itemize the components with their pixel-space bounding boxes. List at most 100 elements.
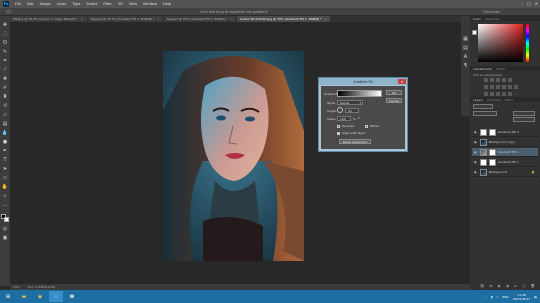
style-select[interactable]: Radial ▾ bbox=[337, 100, 363, 105]
align-checkbox[interactable] bbox=[337, 131, 340, 135]
dither-checkbox-row[interactable]: Dither bbox=[365, 124, 379, 128]
color-swatches[interactable] bbox=[1, 214, 9, 223]
notification-chevron-icon[interactable]: ⌃ bbox=[484, 295, 487, 299]
clock[interactable]: 11:38 09/01/2017 bbox=[513, 293, 530, 301]
fill-input[interactable] bbox=[513, 117, 535, 122]
pen-tool-icon[interactable]: ✒ bbox=[2, 148, 8, 154]
screen-mode-icon[interactable]: ▣ bbox=[2, 235, 8, 241]
lookup-icon[interactable] bbox=[514, 85, 518, 89]
close-tab-icon[interactable]: × bbox=[230, 17, 233, 21]
adjustment-layer-icon[interactable]: ◑ bbox=[506, 284, 509, 288]
mask-icon[interactable]: ◐ bbox=[498, 284, 501, 288]
zoom-tool-icon[interactable]: ⌕ bbox=[2, 193, 8, 199]
exposure-icon[interactable] bbox=[502, 78, 506, 82]
type-tool-icon[interactable]: T bbox=[2, 157, 8, 163]
close-tab-icon[interactable]: × bbox=[157, 17, 160, 21]
maximize-icon[interactable]: □ bbox=[527, 1, 531, 6]
tab-adjustments[interactable]: Adjustments bbox=[473, 67, 492, 71]
layer-row[interactable]: ◉ Background copy bbox=[472, 138, 538, 147]
brush-tool-icon[interactable]: ✐ bbox=[2, 85, 8, 91]
brightness-icon[interactable] bbox=[484, 78, 488, 82]
close-icon[interactable]: ✕ bbox=[535, 1, 538, 6]
marquee-tool-icon[interactable]: ⬚ bbox=[2, 31, 8, 37]
layer-row[interactable]: ◉ Gradient Fill 1 bbox=[472, 158, 538, 167]
word-icon[interactable]: W bbox=[65, 291, 79, 302]
blend-mode-select[interactable] bbox=[473, 111, 497, 116]
eye-icon[interactable]: ◉ bbox=[474, 170, 478, 174]
menu-edit[interactable]: Edit bbox=[27, 2, 34, 6]
dither-checkbox[interactable] bbox=[365, 124, 368, 128]
layer-row[interactable]: ◉ Gradient Fill 2 bbox=[472, 128, 538, 137]
photoshop-taskbar-icon[interactable]: Ps bbox=[49, 291, 63, 302]
move-tool-icon[interactable]: ✥ bbox=[2, 22, 8, 28]
history-brush-icon[interactable]: ↺ bbox=[2, 103, 8, 109]
action-center-icon[interactable]: ▤ bbox=[534, 295, 537, 299]
hue-sat-icon[interactable] bbox=[484, 85, 488, 89]
properties-icon[interactable]: ▤ bbox=[463, 45, 469, 51]
tab-channels[interactable]: Channels bbox=[487, 98, 501, 102]
layer-row[interactable]: ◉ Background 🔒 bbox=[472, 168, 538, 177]
gradient-tool-icon[interactable]: ▤ bbox=[2, 121, 8, 127]
dodge-tool-icon[interactable]: ● bbox=[2, 139, 8, 145]
vibrance-icon[interactable] bbox=[508, 78, 512, 82]
layer-row-selected[interactable]: ◉ Gradient Fill 1 bbox=[472, 148, 538, 157]
shape-tool-icon[interactable]: ▭ bbox=[2, 175, 8, 181]
align-checkbox-row[interactable]: Align with layer bbox=[337, 131, 365, 135]
menu-file[interactable]: File bbox=[15, 2, 21, 6]
gradient-picker[interactable] bbox=[337, 90, 382, 97]
invert-icon[interactable] bbox=[484, 92, 488, 96]
angle-dial[interactable] bbox=[337, 107, 343, 113]
menu-window[interactable]: Window bbox=[143, 2, 157, 6]
reverse-checkbox[interactable] bbox=[337, 124, 340, 128]
threshold-icon[interactable] bbox=[496, 92, 500, 96]
color-panel-fg-swatch[interactable] bbox=[472, 30, 477, 35]
zoom-level[interactable]: 33% bbox=[13, 285, 20, 289]
workspace-switcher[interactable]: Essentials bbox=[484, 10, 501, 14]
tab-color[interactable]: Color bbox=[473, 17, 481, 21]
eyedropper-tool-icon[interactable]: ⁄ bbox=[2, 67, 8, 73]
ok-button[interactable]: OK bbox=[386, 90, 402, 95]
character-icon[interactable]: A bbox=[463, 54, 469, 60]
reset-alignment-button[interactable]: Reset Alignment bbox=[339, 139, 371, 144]
portrait-photo[interactable] bbox=[163, 51, 304, 261]
lasso-tool-icon[interactable]: ʘ bbox=[2, 40, 8, 46]
channel-mixer-icon[interactable] bbox=[508, 85, 512, 89]
cancel-button[interactable]: Cancel bbox=[386, 98, 402, 103]
file-explorer-icon[interactable]: ▬ bbox=[17, 291, 31, 302]
close-tab-icon[interactable]: × bbox=[81, 17, 84, 21]
quick-select-tool-icon[interactable]: ✎ bbox=[2, 49, 8, 55]
menu-3d[interactable]: 3D bbox=[118, 2, 123, 6]
hand-tool-icon[interactable]: ✋ bbox=[2, 184, 8, 190]
curves-icon[interactable] bbox=[496, 78, 500, 82]
path-select-icon[interactable]: ➤ bbox=[2, 166, 8, 172]
eye-icon[interactable]: ◉ bbox=[474, 140, 478, 144]
trash-icon[interactable]: 🗑 bbox=[531, 284, 535, 288]
menu-view[interactable]: View bbox=[129, 2, 137, 6]
start-button[interactable]: ⊞ bbox=[1, 291, 15, 302]
eraser-tool-icon[interactable]: ▱ bbox=[2, 112, 8, 118]
photo-filter-icon[interactable] bbox=[502, 85, 506, 89]
tab-layers[interactable]: Layers bbox=[473, 98, 483, 102]
more-tools-icon[interactable]: … bbox=[2, 202, 8, 208]
tool-preset-icon[interactable]: ▭ bbox=[6, 9, 11, 15]
volume-icon[interactable]: ♪ bbox=[496, 295, 498, 299]
hue-slider[interactable] bbox=[526, 24, 529, 62]
scale-input[interactable]: 100 bbox=[337, 116, 351, 121]
eye-icon[interactable]: ◉ bbox=[474, 150, 478, 154]
paragraph-icon[interactable]: ¶ bbox=[463, 63, 469, 69]
chrome-icon[interactable]: ◉ bbox=[33, 291, 47, 302]
close-tab-icon[interactable]: × bbox=[325, 17, 328, 21]
quick-mask-icon[interactable]: ◎ bbox=[2, 226, 8, 232]
background-color[interactable] bbox=[4, 217, 9, 222]
eye-icon[interactable]: ◉ bbox=[474, 160, 478, 164]
bw-icon[interactable] bbox=[496, 85, 500, 89]
tab-styles[interactable]: Styles bbox=[496, 67, 505, 71]
angle-input[interactable]: 90 bbox=[345, 108, 359, 113]
healing-brush-icon[interactable]: ✚ bbox=[2, 76, 8, 82]
chevron-down-icon[interactable]: ▾ bbox=[358, 116, 360, 120]
tab-paths[interactable]: Paths bbox=[505, 98, 513, 102]
selective-color-icon[interactable] bbox=[502, 92, 506, 96]
dialog-titlebar[interactable]: Gradient Fill ✕ bbox=[319, 78, 407, 85]
link-icon[interactable]: ⛓ bbox=[480, 284, 484, 288]
dialog-close-icon[interactable]: ✕ bbox=[398, 79, 406, 84]
